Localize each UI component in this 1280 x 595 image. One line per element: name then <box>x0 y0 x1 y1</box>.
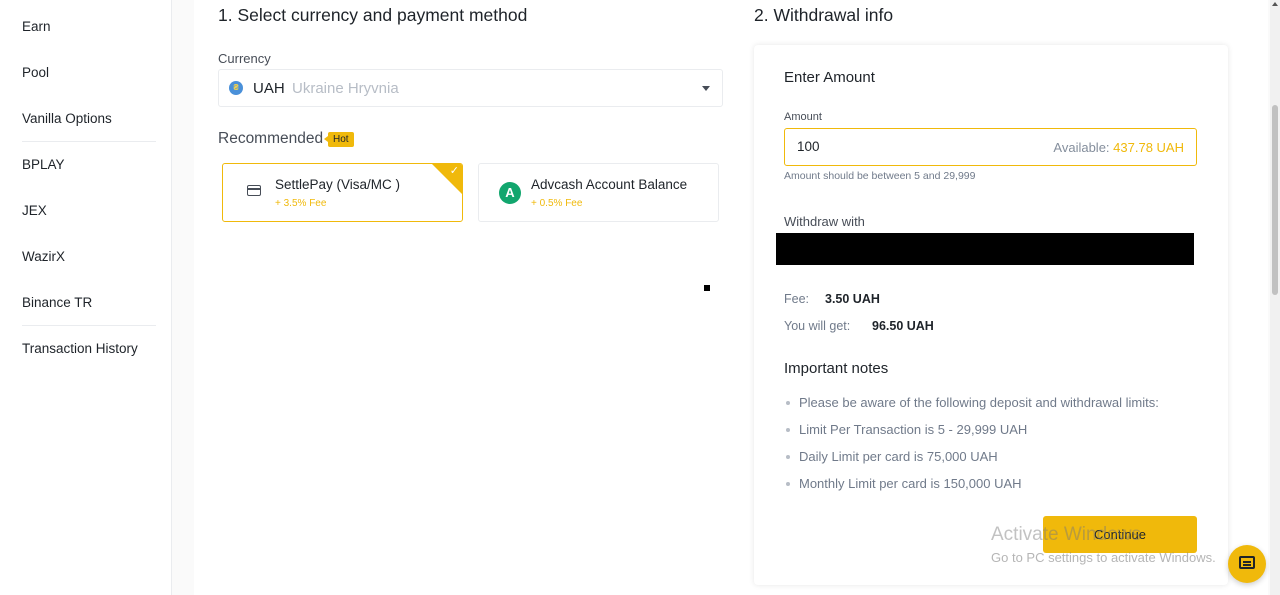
recommended-label: Recommended <box>218 130 324 147</box>
windows-activation-hint: Go to PC settings to activate Windows. <box>991 550 1216 565</box>
currency-name: Ukraine Hryvnia <box>292 80 399 97</box>
sidebar-divider <box>22 141 156 142</box>
sidebar-item-earn[interactable]: Earn <box>22 19 51 34</box>
payment-method-fee: + 3.5% Fee <box>275 198 327 209</box>
available-label: Available: <box>1053 140 1110 155</box>
caret-down-icon <box>702 86 710 91</box>
amount-label: Amount <box>784 111 822 123</box>
check-icon: ✓ <box>449 165 459 177</box>
enter-amount-title: Enter Amount <box>784 69 875 86</box>
receive-value: 96.50 UAH <box>872 319 934 333</box>
note-item: Please be aware of the following deposit… <box>784 395 1204 422</box>
available-balance: Available: 437.78 UAH <box>1053 140 1184 155</box>
currency-code: UAH <box>253 80 285 97</box>
page-scrollbar[interactable] <box>1270 0 1280 595</box>
windows-activation-watermark: Activate Windows <box>991 524 1141 545</box>
important-notes-title: Important notes <box>784 360 889 377</box>
sidebar-item-vanilla-options[interactable]: Vanilla Options <box>22 111 112 126</box>
sidebar-item-bplay[interactable]: BPLAY <box>22 157 65 172</box>
payment-method-advcash[interactable]: A Advcash Account Balance + 0.5% Fee <box>478 163 719 222</box>
important-notes-list: Please be aware of the following deposit… <box>784 395 1204 503</box>
advcash-logo-icon: A <box>499 182 521 204</box>
main-content: 1. Select currency and payment method Cu… <box>194 0 1268 595</box>
withdrawal-section-title: 2. Withdrawal info <box>754 5 894 25</box>
available-amount: 437.78 UAH <box>1113 140 1184 155</box>
note-item: Monthly Limit per card is 150,000 UAH <box>784 476 1204 503</box>
sidebar-item-binance-tr[interactable]: Binance TR <box>22 295 92 310</box>
sidebar-item-pool[interactable]: Pool <box>22 65 49 80</box>
payment-method-name: Advcash Account Balance <box>531 177 688 192</box>
note-item: Daily Limit per card is 75,000 UAH <box>784 449 1204 476</box>
fee-value: 3.50 UAH <box>825 292 880 306</box>
uah-coin-icon: ₴ <box>229 81 243 95</box>
payment-method-settlepay[interactable]: SettlePay (Visa/MC ) + 3.5% Fee ✓ <box>222 163 463 222</box>
withdraw-with-label: Withdraw with <box>784 214 865 229</box>
select-section-title: 1. Select currency and payment method <box>218 5 528 25</box>
sidebar-item-transaction-history[interactable]: Transaction History <box>22 341 138 356</box>
scroll-thumb[interactable] <box>1272 105 1278 295</box>
scroll-up-arrow-icon[interactable] <box>1272 2 1278 6</box>
sidebar-item-wazirx[interactable]: WazirX <box>22 249 65 264</box>
amount-input[interactable] <box>797 139 997 154</box>
chat-icon <box>1239 556 1255 569</box>
withdraw-with-selector[interactable] <box>776 233 1194 265</box>
amount-hint: Amount should be between 5 and 29,999 <box>784 170 976 182</box>
payment-method-fee: + 0.5% Fee <box>531 198 583 209</box>
payment-method-name: SettlePay (Visa/MC ) <box>275 177 401 192</box>
sidebar-divider <box>22 325 156 326</box>
fee-label: Fee: <box>784 292 810 306</box>
withdrawal-panel: Enter Amount Amount Available: 437.78 UA… <box>754 45 1228 585</box>
sidebar-item-jex[interactable]: JEX <box>22 203 47 218</box>
receive-label: You will get: <box>784 319 851 333</box>
currency-label: Currency <box>218 51 271 66</box>
cursor-marker <box>704 285 710 291</box>
amount-field[interactable]: Available: 437.78 UAH <box>784 128 1197 166</box>
currency-select[interactable]: ₴ UAH Ukraine Hryvnia <box>218 69 723 107</box>
sidebar: Earn Pool Vanilla Options BPLAY JEX Wazi… <box>0 0 172 595</box>
chat-support-button[interactable] <box>1228 545 1266 583</box>
card-icon <box>247 185 261 196</box>
note-item: Limit Per Transaction is 5 - 29,999 UAH <box>784 422 1204 449</box>
hot-badge: Hot <box>324 132 354 147</box>
